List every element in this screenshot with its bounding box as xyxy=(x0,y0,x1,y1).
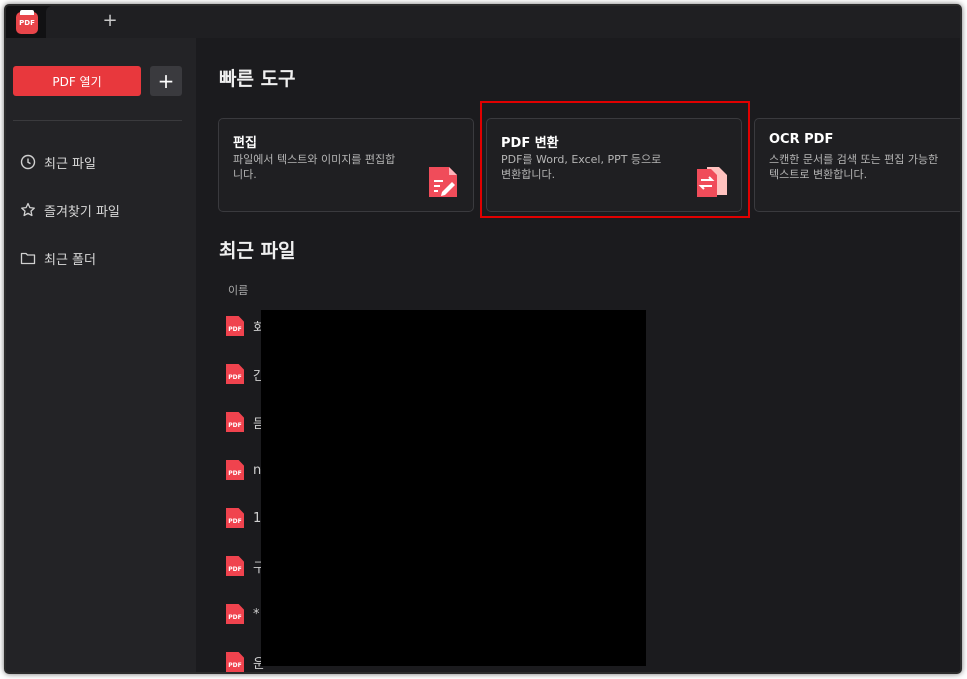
quick-tools-title: 빠른 도구 xyxy=(219,68,296,90)
app-logo-text: PDF xyxy=(19,19,35,27)
recent-files-title: 최근 파일 xyxy=(219,240,296,262)
sidebar-item-label: 즐겨찾기 파일 xyxy=(44,204,120,220)
pdf-file-icon: PDF xyxy=(226,316,244,336)
pdf-file-icon: PDF xyxy=(226,604,244,624)
title-bar: PDF + xyxy=(6,6,960,38)
file-row[interactable]: PDF 운 xyxy=(226,651,265,672)
card-title: OCR PDF xyxy=(769,132,834,147)
add-button[interactable]: + xyxy=(150,66,182,96)
card-title: 편집 xyxy=(233,136,257,151)
column-header-name[interactable]: 이름 xyxy=(228,282,248,298)
new-tab-button[interactable]: + xyxy=(100,11,120,31)
file-row[interactable]: PDF * xyxy=(226,603,260,625)
sidebar: PDF 열기 + 최근 파일 즐겨찾기 파일 최근 폴더 xyxy=(6,38,196,672)
pdf-file-icon: PDF xyxy=(226,508,244,528)
file-row[interactable]: PDF n xyxy=(226,459,261,481)
file-name: * xyxy=(253,606,260,622)
app-window: PDF + PDF 열기 + 최근 파일 즐겨찾기 파일 최근 폴더 빠른 도구… xyxy=(6,6,960,672)
file-row[interactable]: PDF 1 xyxy=(226,507,261,529)
edit-icon xyxy=(429,167,457,197)
pdf-icon-text: PDF xyxy=(228,326,242,333)
app-logo-icon: PDF xyxy=(16,10,38,34)
pdf-icon-text: PDF xyxy=(228,566,242,573)
clock-icon xyxy=(20,154,36,170)
file-name: n xyxy=(253,462,262,478)
sidebar-item-recent-folders[interactable]: 최근 폴더 xyxy=(20,246,96,270)
folder-icon xyxy=(20,252,36,265)
file-row[interactable]: PDF 회 xyxy=(226,315,265,337)
open-pdf-button[interactable]: PDF 열기 xyxy=(13,66,141,96)
pdf-icon-text: PDF xyxy=(228,614,242,621)
pdf-file-icon: PDF xyxy=(226,412,244,432)
card-description: 스캔한 문서를 검색 또는 편집 가능한 텍스트로 변환합니다. xyxy=(769,153,939,181)
pdf-file-icon: PDF xyxy=(226,364,244,384)
star-icon xyxy=(21,202,35,217)
pdf-icon-text: PDF xyxy=(228,374,242,381)
pdf-icon-text: PDF xyxy=(228,518,242,525)
pdf-icon-text: PDF xyxy=(228,470,242,477)
card-description: 파일에서 텍스트와 이미지를 편집합니다. xyxy=(233,153,396,181)
tab-strip: + xyxy=(46,6,960,38)
tool-card-ocr[interactable]: OCR PDF 스캔한 문서를 검색 또는 편집 가능한 텍스트로 변환합니다. xyxy=(754,118,960,212)
pdf-icon-text: PDF xyxy=(228,422,242,429)
file-row[interactable]: PDF 듣 xyxy=(226,411,265,433)
highlight-box xyxy=(480,101,750,218)
sidebar-item-label: 최근 폴더 xyxy=(44,252,96,268)
file-row[interactable]: PDF 구 xyxy=(226,555,265,577)
tool-card-edit[interactable]: 편집 파일에서 텍스트와 이미지를 편집합니다. xyxy=(218,118,474,212)
sidebar-divider xyxy=(13,120,182,121)
sidebar-item-label: 최근 파일 xyxy=(44,156,96,172)
sidebar-item-recent-files[interactable]: 최근 파일 xyxy=(20,150,96,174)
pdf-file-icon: PDF xyxy=(226,652,244,672)
redaction-block xyxy=(261,310,646,666)
pdf-file-icon: PDF xyxy=(226,556,244,576)
sidebar-item-favorites[interactable]: 즐겨찾기 파일 xyxy=(20,198,120,222)
main-content: 빠른 도구 편집 파일에서 텍스트와 이미지를 편집합니다. PDF 변환 PD… xyxy=(196,38,960,672)
pdf-file-icon: PDF xyxy=(226,460,244,480)
file-row[interactable]: PDF 간 xyxy=(226,363,265,385)
pdf-icon-text: PDF xyxy=(228,662,242,669)
